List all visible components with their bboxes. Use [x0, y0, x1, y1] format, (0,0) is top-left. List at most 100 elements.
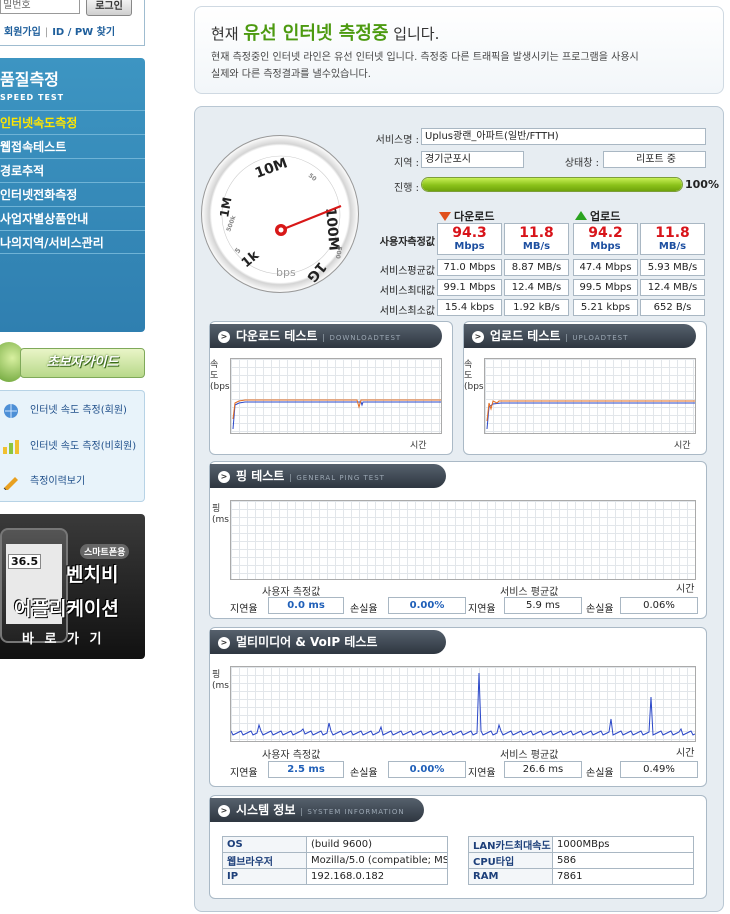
service-loss-value: 0.06%: [620, 597, 698, 614]
upload-test-panel: > 업로드 테스트 UPLOADTEST 속도(bps) 시간: [463, 321, 707, 455]
menu-item-traceroute[interactable]: 경로추적: [0, 158, 145, 182]
voip-test-title: > 멀티미디어 & VoIP 테스트: [210, 630, 446, 654]
x-axis-label: 시간: [676, 584, 695, 595]
table-key: OS: [222, 836, 307, 853]
table-key: CPU타입: [468, 852, 553, 869]
result-cell: 71.0 Mbps: [437, 259, 502, 276]
upload-chart: [484, 358, 696, 434]
service-avg-label: 서비스 평균값: [500, 587, 559, 598]
system-info-table-left: OS (build 9600) 웹브라우저 Mozilla/5.0 (compati…: [222, 836, 448, 885]
row-label-user: 사용자측정값: [379, 237, 435, 248]
login-button[interactable]: 로그인: [86, 0, 132, 16]
unit: MB/s: [658, 241, 687, 252]
download-series: [232, 399, 441, 430]
y-axis-label: 핑(ms): [212, 670, 233, 691]
find-account-link[interactable]: ID / PW 찾기: [52, 27, 115, 38]
title-eng: DOWNLOADTEST: [323, 334, 402, 342]
loss-label: 손실율: [586, 768, 614, 779]
x-axis-label: 시간: [676, 748, 695, 759]
service-name-label: 서비스명 :: [375, 135, 419, 146]
signup-link[interactable]: 회원가입: [4, 27, 41, 38]
download-mbs-cell: 11.8 MB/s: [504, 223, 569, 255]
download-header: 다운로드: [439, 208, 494, 224]
title-text: 시스템 정보: [236, 803, 296, 817]
menu-item-web-access[interactable]: 웹접속테스트: [0, 134, 145, 158]
result-cell: 652 B/s: [640, 299, 705, 316]
title-text: 핑 테스트: [236, 469, 285, 483]
result-cell: 99.1 Mbps: [437, 279, 502, 296]
result-cell: 12.4 MB/s: [640, 279, 705, 296]
speed-test-menu: 품질측정 SPEED TEST 인터넷속도측정 웹접속테스트 경로추적 인터넷전…: [0, 58, 145, 332]
service-delay-value: 5.9 ms: [504, 597, 582, 614]
table-row: 웹브라우저 Mozilla/5.0 (compatible; MSII: [222, 852, 448, 869]
upload-label: 업로드: [590, 210, 621, 223]
y-axis-label: 핑(ms): [212, 504, 233, 525]
upload-mbps-cell: 94.2 Mbps: [573, 223, 638, 255]
menu-item-my-region[interactable]: 나의지역/서비스관리: [0, 230, 145, 254]
status-label: 상태창 :: [564, 158, 599, 169]
chevron-right-icon: >: [218, 331, 230, 343]
menu-title: 품질측정: [0, 70, 59, 89]
chevron-right-icon: >: [218, 805, 230, 817]
chevron-right-icon: >: [472, 331, 484, 343]
result-cell: 5.21 kbps: [573, 299, 638, 316]
unit: Mbps: [454, 241, 485, 252]
app-promo-banner[interactable]: 36.5 스마트폰용 벤치비 어플리케이션 바 로 가 기: [0, 514, 145, 659]
speed-test-panel: 1M 10M 50 100M 500 1G 500k 5 1k bps 서비스명…: [194, 106, 724, 912]
delay-label: 지연율: [468, 768, 496, 779]
page-description: 현재 측정중인 인터넷 라인은 유선 인터넷 입니다. 측정중 다른 트래픽을 …: [211, 49, 711, 83]
result-cell: 5.93 MB/s: [640, 259, 705, 276]
title-eng: GENERAL PING TEST: [290, 474, 385, 482]
region-value: 경기군포시: [421, 151, 524, 168]
table-value: 192.168.0.182: [306, 868, 448, 885]
up-arrow-icon: [575, 211, 587, 220]
quick-link-history[interactable]: 측정이력보기: [0, 467, 145, 497]
service-name-value: Uplus광랜_아파트(일반/FTTH): [421, 128, 706, 145]
menu-item-voip[interactable]: 인터넷전화측정: [0, 182, 145, 206]
quick-link-label: 인터넷 속도 측정(회원): [30, 405, 127, 416]
loss-label: 손실율: [350, 768, 378, 779]
service-avg-label: 서비스 평균값: [500, 750, 559, 761]
title-suffix: 입니다.: [393, 25, 440, 43]
result-cell: 12.4 MB/s: [504, 279, 569, 296]
voip-series: [230, 672, 696, 736]
upload-mbs: 11.8: [655, 225, 690, 241]
menu-item-products[interactable]: 사업자별상품안내: [0, 206, 145, 230]
y-axis-label: 속도(bps): [464, 360, 488, 392]
beginner-guide-button[interactable]: 초보자가이드: [0, 342, 145, 384]
delay-label: 지연율: [230, 604, 258, 615]
password-input[interactable]: 밀번호: [0, 0, 80, 14]
promo-headline-2: 어플리케이션: [14, 598, 119, 620]
quick-link-member-test[interactable]: 인터넷 속도 측정(회원): [0, 396, 145, 426]
voip-chart: [230, 666, 696, 742]
download-chart: [230, 358, 442, 434]
ping-test-title: > 핑 테스트 GENERAL PING TEST: [210, 464, 446, 488]
row-label-min: 서비스최소값: [379, 306, 435, 317]
unit: MB/s: [522, 241, 551, 252]
progress-percent: 100%: [685, 178, 719, 191]
gauge-dial: 1M 10M 50 100M 500 1G 500k 5 1k bps: [217, 155, 343, 285]
menu-item-speed-test[interactable]: 인터넷속도측정: [0, 110, 145, 134]
loss-label: 손실율: [586, 604, 614, 615]
title-text: 다운로드 테스트: [236, 329, 318, 343]
table-value: 586: [552, 852, 694, 869]
system-info-panel: > 시스템 정보 SYSTEM INFORMATION OS (build 9600)…: [209, 795, 707, 899]
download-mbs: 11.8: [519, 225, 554, 241]
upload-test-title: > 업로드 테스트 UPLOADTEST: [464, 324, 696, 348]
quick-link-guest-test[interactable]: 인터넷 속도 측정(비회원): [0, 432, 145, 462]
promo-headline: 벤치비: [66, 564, 119, 586]
progress-fill: [422, 178, 682, 191]
ping-test-panel: > 핑 테스트 GENERAL PING TEST 핑(ms) 사용자 측정값 서비…: [209, 461, 707, 619]
ping-chart: [230, 500, 696, 580]
promo-tag: 스마트폰용: [80, 544, 130, 559]
user-delay-value: 0.0 ms: [268, 597, 344, 614]
title-eng: SYSTEM INFORMATION: [301, 808, 405, 816]
table-value: Mozilla/5.0 (compatible; MSII: [306, 852, 448, 869]
gauge-label: 100M: [322, 207, 342, 251]
system-info-title: > 시스템 정보 SYSTEM INFORMATION: [210, 798, 424, 822]
download-label: 다운로드: [454, 210, 495, 223]
separator: |: [44, 27, 49, 38]
title-text: 업로드 테스트: [490, 329, 561, 343]
table-row: OS (build 9600): [222, 836, 448, 853]
quick-link-label: 인터넷 속도 측정(비회원): [30, 441, 137, 452]
